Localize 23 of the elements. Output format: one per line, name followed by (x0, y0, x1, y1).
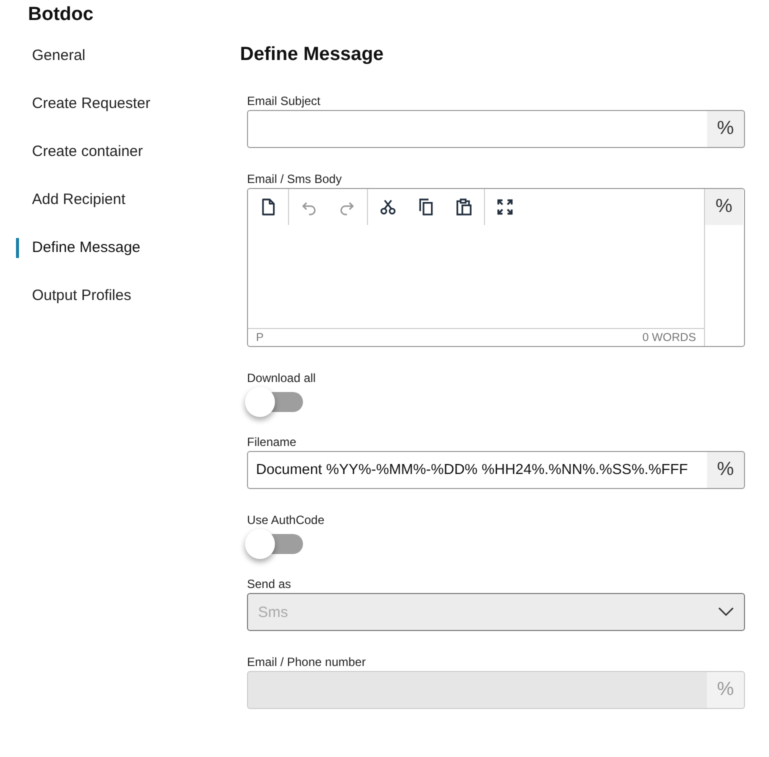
sidebar-item[interactable]: Create container (32, 142, 143, 160)
word-count: 0 WORDS (642, 332, 696, 344)
field-label: Send as (247, 577, 292, 592)
cut-icon[interactable] (378, 197, 398, 217)
field-label: Use AuthCode (247, 513, 326, 528)
page-title: Define Message (240, 44, 385, 67)
element-path: P (256, 332, 264, 344)
field-label: Email / Phone number (247, 655, 367, 670)
field-label: Download all (247, 371, 317, 386)
fullscreen-icon[interactable] (495, 197, 515, 217)
sidebar-item[interactable]: Define Message (32, 238, 140, 256)
chevron-down-icon (718, 607, 734, 617)
field-label: Email Subject (247, 94, 322, 109)
app-title: Botdoc (28, 4, 94, 27)
variable-button[interactable]: % (705, 189, 743, 225)
field-label: Email / Sms Body (247, 172, 343, 187)
field-label: Filename (247, 435, 298, 450)
sidebar-item[interactable]: General (32, 46, 86, 64)
rich-text-editor[interactable]: P 0 WORDS % (247, 188, 745, 347)
sidebar-item[interactable]: Create Requester (32, 94, 150, 112)
sidebar-item[interactable]: Output Profiles (32, 286, 132, 304)
sidebar-item[interactable]: Add Recipient (32, 190, 126, 208)
paste-icon[interactable] (454, 197, 474, 217)
